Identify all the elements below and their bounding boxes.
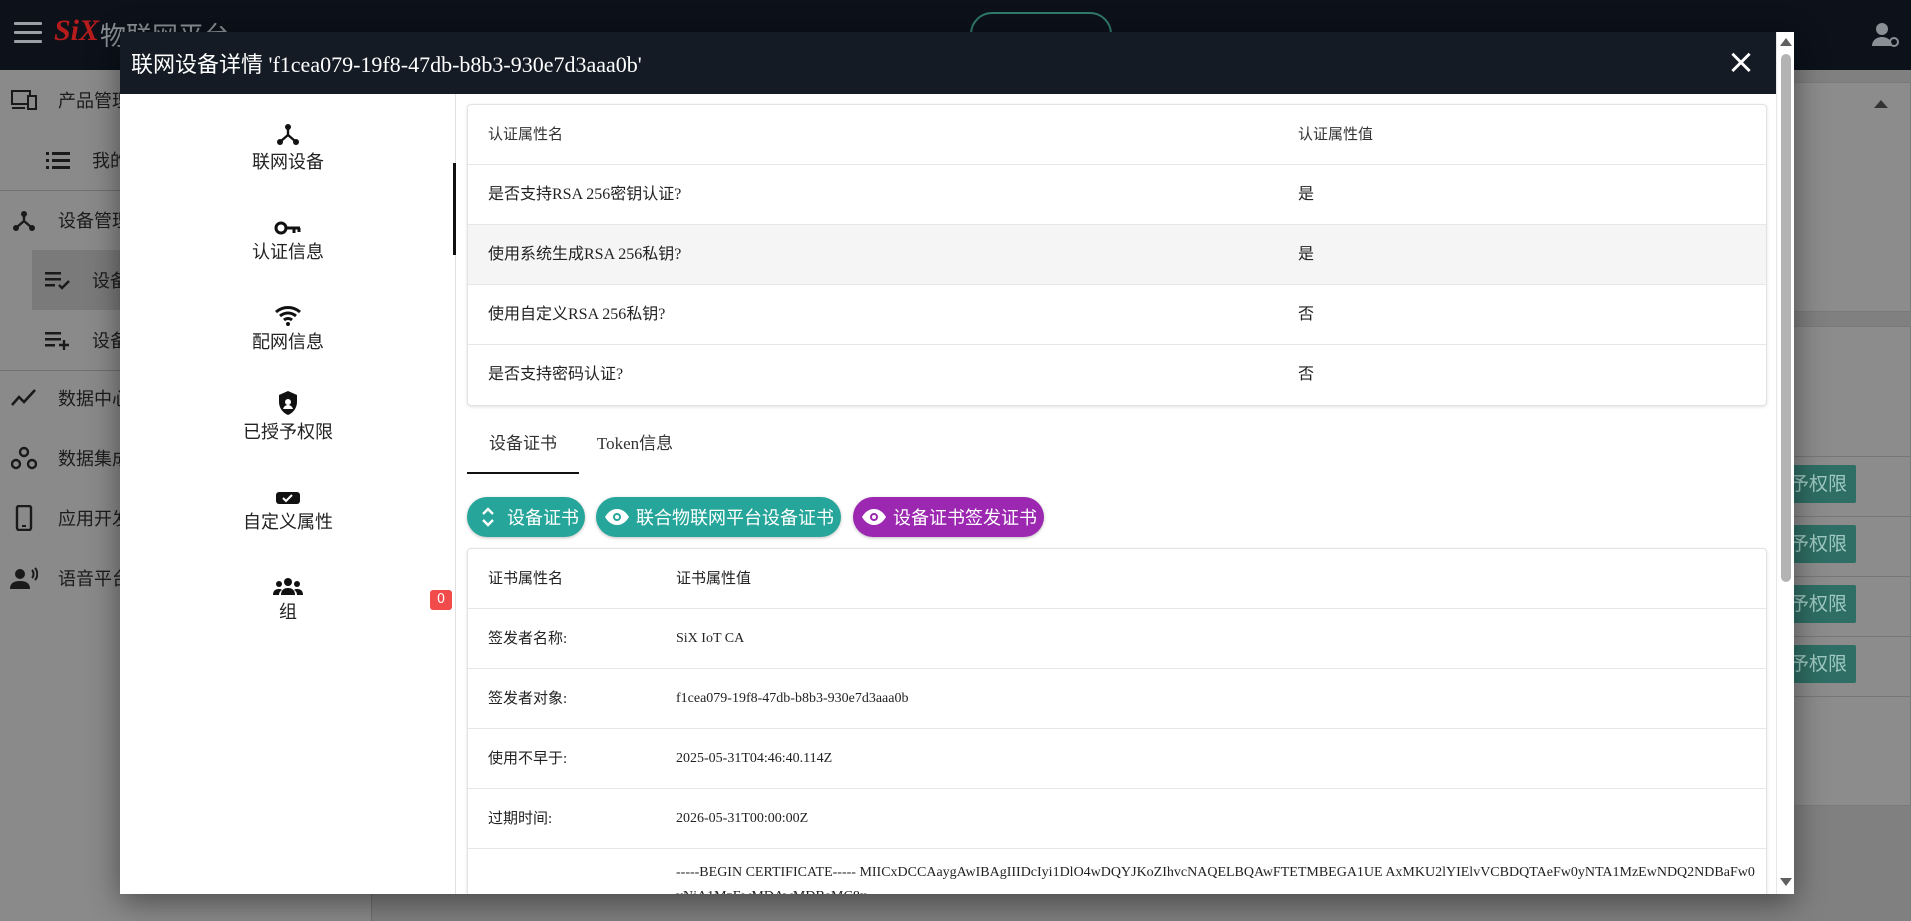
phone-icon	[10, 504, 38, 532]
view-federated-cert-button[interactable]: 联合物联网平台设备证书	[596, 497, 841, 537]
tab-label: 联网设备	[252, 152, 324, 173]
webhook-icon	[10, 444, 38, 472]
cert-table: 证书属性名 证书属性值 签发者名称: SiX IoT CA 签发者对象: f1c…	[467, 548, 1767, 894]
dialog-nav: 联网设备 认证信息 配网信息 已授予权限 自定义属性 组 0	[120, 94, 456, 894]
key-icon	[120, 204, 456, 236]
user-settings-icon[interactable]	[1870, 20, 1900, 50]
scroll-up-arrow-icon[interactable]	[1780, 38, 1792, 46]
group-count-badge: 0	[430, 590, 452, 610]
active-tab-indicator	[453, 163, 456, 255]
devices-icon	[10, 86, 38, 114]
auth-attr-value: 是	[1298, 186, 1315, 203]
wifi-icon	[120, 294, 456, 326]
tab-custom-attributes[interactable]: 自定义属性	[120, 474, 456, 554]
auth-attr-name: 是否支持RSA 256密钥认证?	[488, 186, 682, 203]
collapse-caret-icon[interactable]	[1874, 100, 1888, 108]
auth-attr-value: 否	[1298, 366, 1315, 383]
table-row: 使用系统生成RSA 256私钥? 是	[468, 225, 1766, 285]
tab-connected-device[interactable]: 联网设备	[120, 114, 456, 194]
cert-attr-name: 签发者对象:	[488, 691, 568, 707]
grant-permission-button[interactable]: 予权限	[1786, 525, 1856, 563]
scroll-down-arrow-icon[interactable]	[1780, 878, 1792, 886]
dialog-scrollbar[interactable]	[1776, 32, 1794, 894]
button-label: 设备证书签发证书	[893, 508, 1037, 529]
table-row: 是否支持密码认证? 否	[468, 345, 1766, 405]
cert-button-row: 设备证书 联合物联网平台设备证书 设备证书签发证书	[467, 497, 1767, 537]
unfold-icon	[471, 505, 505, 529]
dialog-title: 联网设备详情 'f1cea079-19f8-47db-b8b3-930e7d3a…	[131, 52, 642, 77]
table-header-row: 认证属性名 认证属性值	[468, 105, 1766, 165]
auth-table: 认证属性名 认证属性值 是否支持RSA 256密钥认证? 是 使用系统生成RSA…	[467, 104, 1767, 406]
table-row: 签发者名称: SiX IoT CA	[468, 609, 1766, 669]
table-row: 是否支持RSA 256密钥认证? 是	[468, 165, 1766, 225]
view-issuer-cert-button[interactable]: 设备证书签发证书	[853, 497, 1044, 537]
column-header: 证书属性名	[488, 571, 564, 587]
button-label: 设备证书	[507, 508, 579, 529]
grant-permission-button[interactable]: 予权限	[1786, 465, 1856, 503]
auth-attr-name: 是否支持密码认证?	[488, 366, 624, 383]
table-row: 使用自定义RSA 256私钥? 否	[468, 285, 1766, 345]
table-row: 签发者对象: f1cea079-19f8-47db-b8b3-930e7d3aa…	[468, 669, 1766, 729]
cert-attr-value: f1cea079-19f8-47db-b8b3-930e7d3aaa0b	[676, 691, 909, 706]
tab-auth-info[interactable]: 认证信息	[120, 204, 456, 284]
eye-icon	[600, 508, 634, 526]
close-icon[interactable]: ×	[1724, 45, 1758, 79]
tab-label: 配网信息	[252, 332, 324, 353]
auth-attr-name: 使用自定义RSA 256私钥?	[488, 306, 666, 323]
auth-attr-value: 否	[1298, 306, 1315, 323]
tab-groups[interactable]: 组	[120, 564, 456, 644]
tab-label: 认证信息	[252, 242, 324, 263]
auth-attr-name: 使用系统生成RSA 256私钥?	[488, 246, 682, 263]
cert-attr-value: 2025-05-31T04:46:40.114Z	[676, 751, 833, 766]
hub-icon	[10, 206, 38, 234]
auth-attr-value: 是	[1298, 246, 1315, 263]
dialog-header: 联网设备详情 'f1cea079-19f8-47db-b8b3-930e7d3a…	[120, 32, 1794, 94]
tab-granted-permissions[interactable]: 已授予权限	[120, 384, 456, 464]
shield-icon	[120, 384, 456, 416]
cert-attr-name: 使用不早于:	[488, 751, 568, 767]
device-cert-toggle-button[interactable]: 设备证书	[467, 497, 585, 537]
tab-token-info[interactable]: Token信息	[579, 422, 691, 474]
toggle-icon	[120, 474, 456, 506]
tab-label: 自定义属性	[243, 512, 333, 533]
column-header: 认证属性值	[1298, 127, 1374, 143]
table-row: -----BEGIN CERTIFICATE----- MIICxDCCAayg…	[468, 849, 1766, 894]
list-icon	[44, 146, 72, 174]
playlist-check-icon	[44, 266, 72, 294]
tab-label: 已授予权限	[243, 422, 333, 443]
scrollbar-thumb[interactable]	[1781, 54, 1791, 582]
certificate-pem: -----BEGIN CERTIFICATE----- MIICxDCCAayg…	[676, 865, 1755, 894]
hub-icon	[120, 114, 456, 146]
cert-attr-value: SiX IoT CA	[676, 631, 745, 646]
voice-icon	[10, 564, 38, 592]
grant-permission-button[interactable]: 予权限	[1786, 645, 1856, 683]
trend-icon	[10, 384, 38, 412]
device-detail-dialog: 联网设备详情 'f1cea079-19f8-47db-b8b3-930e7d3a…	[120, 32, 1794, 894]
brand-logo: SiX	[54, 14, 100, 47]
cert-attr-name: 签发者名称:	[488, 631, 568, 647]
table-row: 使用不早于: 2025-05-31T04:46:40.114Z	[468, 729, 1766, 789]
column-header: 认证属性名	[488, 127, 564, 143]
button-label: 联合物联网平台设备证书	[636, 508, 834, 529]
menu-icon[interactable]	[14, 22, 42, 46]
cert-attr-value: 2026-05-31T00:00:00Z	[676, 811, 809, 826]
cert-sub-tabs: 设备证书 Token信息	[467, 422, 1767, 474]
column-header: 证书属性值	[676, 571, 752, 587]
grant-permission-button[interactable]: 予权限	[1786, 585, 1856, 623]
table-header-row: 证书属性名 证书属性值	[468, 549, 1766, 609]
cert-attr-name: 过期时间:	[488, 811, 553, 827]
playlist-add-icon	[44, 326, 72, 354]
groups-icon	[120, 564, 456, 596]
eye-icon	[857, 508, 891, 526]
tab-label: 组	[279, 602, 297, 623]
table-row: 过期时间: 2026-05-31T00:00:00Z	[468, 789, 1766, 849]
tab-device-certificate[interactable]: 设备证书	[467, 422, 579, 474]
tab-network-config[interactable]: 配网信息	[120, 294, 456, 374]
